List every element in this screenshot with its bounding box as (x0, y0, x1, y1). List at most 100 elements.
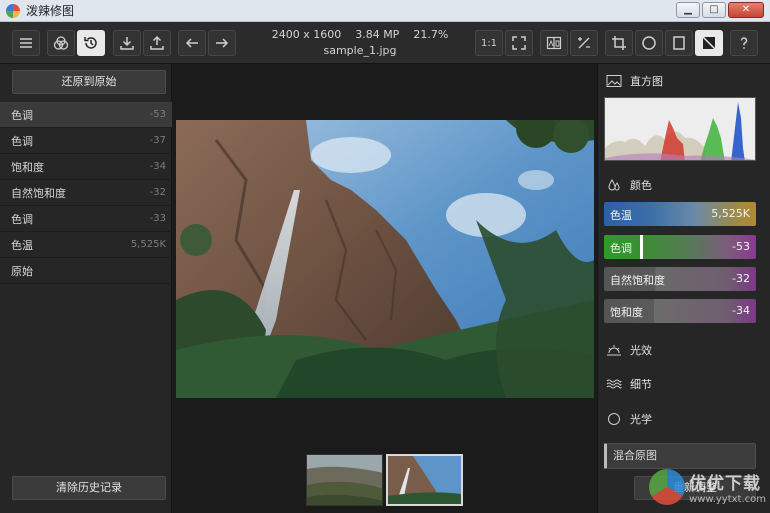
waves-icon (606, 377, 622, 391)
crop-button[interactable] (605, 30, 633, 56)
presets-button[interactable] (570, 30, 598, 56)
maximize-button[interactable]: □ (702, 2, 726, 18)
slider-knob[interactable] (640, 235, 643, 259)
menu-button[interactable] (12, 30, 40, 56)
slider-label: 饱和度 (610, 306, 643, 319)
history-item[interactable]: 原始 (0, 258, 172, 284)
import-button[interactable] (113, 30, 141, 56)
undo-button[interactable] (178, 30, 206, 56)
adjust-icon (702, 36, 716, 50)
history-list: 色调 -53 色调 -37 饱和度 -34 自然饱和度 -32 色调 -33 色… (0, 102, 172, 284)
droplet-icon (606, 178, 622, 192)
thumbnail-landscape (307, 455, 382, 505)
minimize-button[interactable]: ▁ (676, 2, 700, 18)
history-item[interactable]: 色调 -33 (0, 206, 172, 232)
fit-screen-button[interactable] (505, 30, 533, 56)
slider-value: -53 (732, 240, 750, 253)
slider-label: 自然饱和度 (610, 274, 665, 287)
question-icon (740, 37, 748, 49)
watermark-url: www.yytxt.com (689, 494, 766, 505)
history-panel: 还原到原始 色调 -53 色调 -37 饱和度 -34 自然饱和度 -32 色调… (0, 64, 172, 513)
history-icon (84, 37, 97, 49)
zoom-1to1-button[interactable]: 1:1 (475, 30, 503, 56)
histogram-header[interactable]: 直方图 (606, 73, 663, 89)
circle-icon (642, 36, 656, 50)
graduated-mask-button[interactable] (665, 30, 693, 56)
toolbar: 2400 x 1600 3.84 MP 21.7% sample_1.jpg 1… (0, 22, 770, 64)
optics-label: 光学 (630, 413, 652, 426)
compare-button[interactable] (540, 30, 568, 56)
blend-original-button[interactable]: 混合原图 (604, 443, 756, 469)
slider-label: 色温 (610, 209, 632, 222)
filters-icon (53, 36, 69, 50)
sunrise-icon (606, 343, 622, 357)
detail-label: 细节 (630, 378, 652, 391)
filmstrip (306, 454, 463, 506)
menu-icon (20, 38, 32, 48)
color-label: 颜色 (630, 179, 652, 192)
fit-screen-icon (512, 36, 526, 50)
clear-history-button[interactable]: 清除历史记录 (12, 476, 166, 500)
tint-slider[interactable]: 色调 -53 (604, 235, 756, 259)
redo-button[interactable] (208, 30, 236, 56)
undo-arrow-icon (185, 38, 198, 48)
image-icon (606, 74, 622, 88)
history-item[interactable]: 饱和度 -34 (0, 154, 172, 180)
history-button[interactable] (77, 30, 105, 56)
watermark-logo-icon (649, 469, 686, 505)
temperature-slider[interactable]: 色温 5,525K (604, 202, 756, 226)
thumbnail[interactable] (306, 454, 383, 506)
optics-header[interactable]: 光学 (606, 411, 652, 427)
image-info: 2400 x 1600 3.84 MP 21.7% sample_1.jpg (270, 28, 450, 57)
color-header[interactable]: 颜色 (606, 177, 652, 193)
history-item-value: 5,525K (130, 239, 166, 250)
history-item-name: 色调 (11, 212, 33, 226)
history-item-value: -34 (149, 161, 166, 172)
history-item-name: 色温 (11, 238, 33, 252)
download-icon (120, 37, 134, 50)
adjust-button[interactable] (695, 30, 723, 56)
thumbnail-selected[interactable] (386, 454, 463, 506)
history-item-value: -53 (149, 109, 166, 120)
filters-button[interactable] (47, 30, 75, 56)
history-item[interactable]: 色调 -37 (0, 128, 172, 154)
vibrance-slider[interactable]: 自然饱和度 -32 (604, 267, 756, 291)
image-dimensions: 2400 x 1600 (271, 28, 342, 41)
histogram-label: 直方图 (630, 75, 663, 88)
thumbnail-waterfall (388, 456, 461, 504)
app-icon (6, 3, 20, 18)
compare-icon (546, 36, 562, 50)
detail-header[interactable]: 细节 (606, 376, 652, 392)
window-title: 泼辣修图 (26, 4, 75, 18)
window-controls: ▁ □ ✕ (676, 2, 764, 18)
title-bar: 泼辣修图 ▁ □ ✕ (0, 0, 770, 22)
radial-mask-button[interactable] (635, 30, 663, 56)
share-icon (150, 35, 164, 50)
percent-icon (578, 37, 590, 49)
export-button[interactable] (143, 30, 171, 56)
slider-value: 5,525K (711, 207, 750, 220)
crop-icon (612, 36, 626, 50)
help-button[interactable] (730, 30, 758, 56)
history-item-name: 原始 (11, 264, 33, 278)
history-item[interactable]: 色温 5,525K (0, 232, 172, 258)
light-label: 光效 (630, 344, 652, 357)
restore-original-button[interactable]: 还原到原始 (12, 70, 166, 94)
main-photo[interactable] (176, 120, 594, 398)
light-header[interactable]: 光效 (606, 342, 652, 358)
lens-icon (606, 412, 622, 426)
image-filename: sample_1.jpg (323, 44, 397, 57)
histogram (604, 97, 756, 161)
history-item[interactable]: 自然饱和度 -32 (0, 180, 172, 206)
history-item-name: 色调 (11, 108, 33, 122)
close-button[interactable]: ✕ (728, 2, 764, 18)
slider-value: -32 (732, 272, 750, 285)
image-canvas[interactable] (173, 64, 597, 513)
history-item-name: 饱和度 (11, 160, 44, 174)
history-item-value: -32 (149, 187, 166, 198)
history-item-value: -33 (149, 213, 166, 224)
watermark-text: 优优下载 (689, 474, 762, 494)
histogram-graph (605, 102, 755, 160)
history-item[interactable]: 色调 -53 (0, 102, 172, 128)
saturation-slider[interactable]: 饱和度 -34 (604, 299, 756, 323)
